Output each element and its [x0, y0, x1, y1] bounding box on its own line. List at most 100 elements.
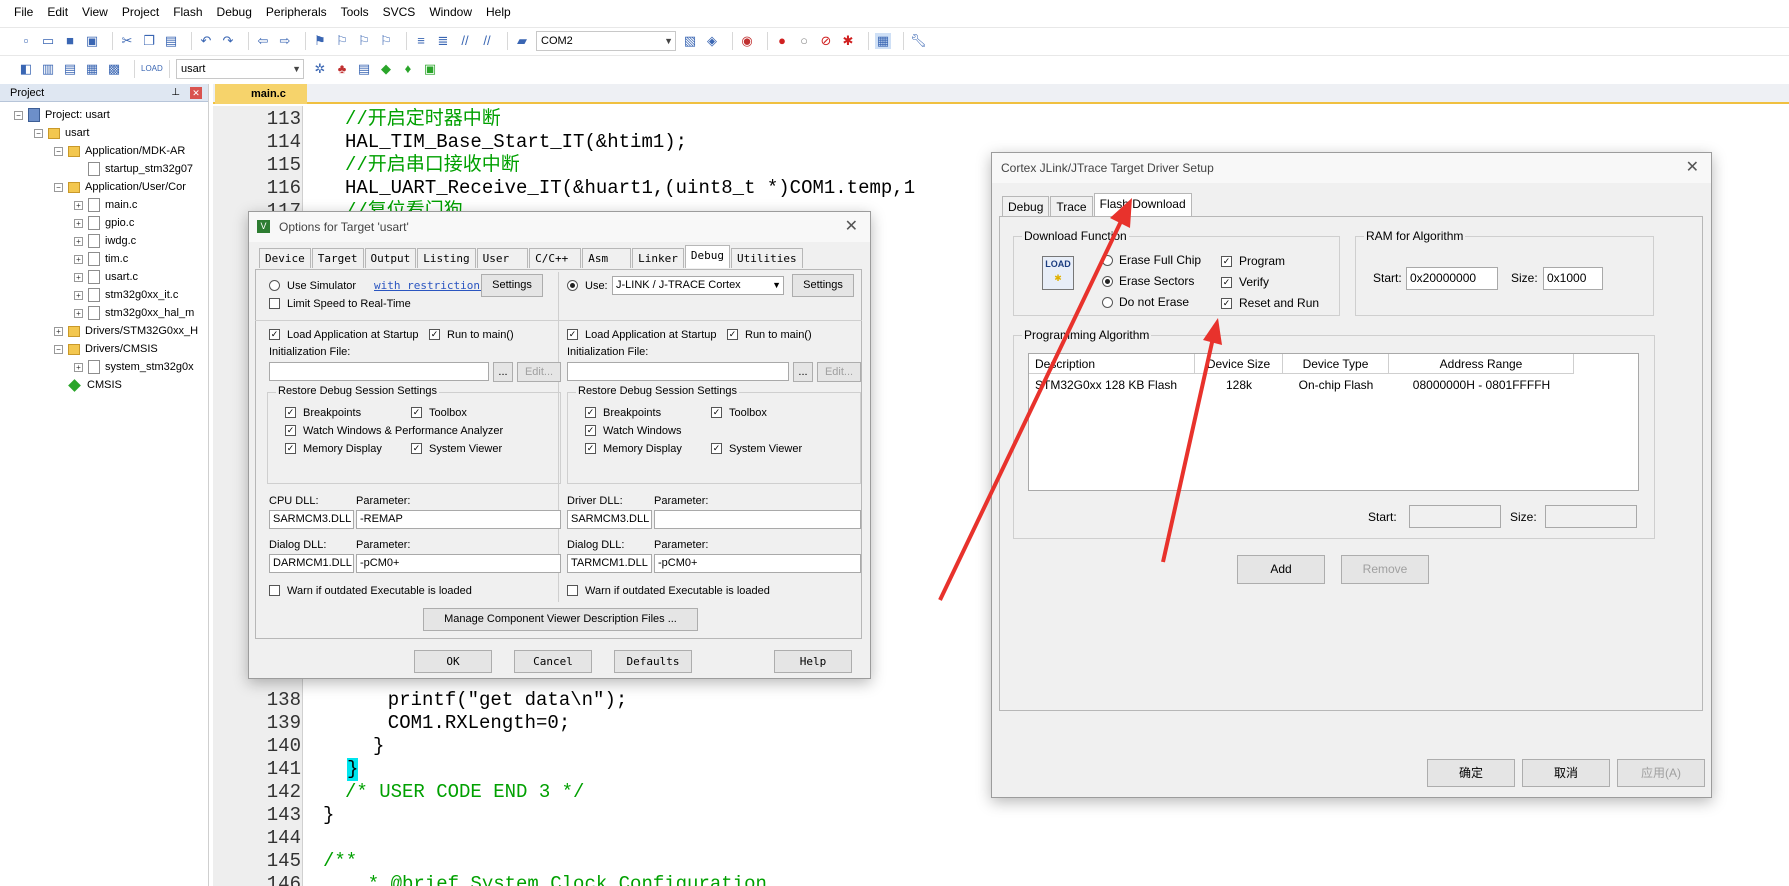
undo-icon[interactable]: ↶ [198, 33, 214, 49]
translate-icon[interactable]: ◧ [18, 61, 34, 77]
warn-outdated-checkbox-right[interactable] [567, 585, 578, 596]
init-file-edit-button-right[interactable]: Edit... [817, 362, 861, 382]
algorithm-table[interactable]: Description Device Size Device Type Addr… [1028, 353, 1639, 491]
column-device-type[interactable]: Device Type [1283, 354, 1389, 373]
tab-device[interactable]: Device [259, 248, 311, 268]
algorithm-size-input[interactable] [1545, 505, 1637, 528]
breakpoints-checkbox[interactable]: ✓ [285, 407, 296, 418]
dialog-param-input[interactable]: -pCM0+ [356, 554, 561, 573]
close-icon[interactable]: ✕ [190, 87, 202, 99]
nav-back-icon[interactable]: ⇦ [255, 33, 271, 49]
menu-window[interactable]: Window [429, 5, 472, 19]
tab-listing[interactable]: Listing [417, 248, 476, 268]
menu-help[interactable]: Help [486, 5, 511, 19]
tree-item-file[interactable]: + main.c [74, 196, 137, 214]
tree-item-file[interactable]: + tim.c [74, 250, 128, 268]
system-viewer-checkbox[interactable]: ✓ [411, 443, 422, 454]
paste-icon[interactable]: ▤ [163, 33, 179, 49]
menu-flash[interactable]: Flash [173, 5, 202, 19]
init-file-input-right[interactable] [567, 362, 789, 381]
watch-windows-checkbox-right[interactable]: ✓ [585, 425, 596, 436]
tab-target[interactable]: Target [311, 248, 364, 268]
tab-asm[interactable]: Asm [582, 248, 632, 268]
copy-icon[interactable]: ❐ [141, 33, 157, 49]
menu-debug[interactable]: Debug [217, 5, 252, 19]
expand-icon[interactable]: + [74, 272, 83, 282]
cpu-param-input[interactable]: -REMAP [356, 510, 561, 529]
toolbox-checkbox-right[interactable]: ✓ [711, 407, 722, 418]
expand-icon[interactable]: + [74, 308, 83, 318]
program-checkbox[interactable]: ✓ [1221, 256, 1232, 267]
with-restrictions-link[interactable]: with restrictions [374, 279, 487, 292]
expand-icon[interactable]: + [74, 254, 83, 264]
tree-item-component[interactable]: CMSIS [68, 376, 122, 394]
breakpoint-disable-icon[interactable]: ○ [796, 33, 812, 49]
remove-button[interactable]: Remove [1341, 555, 1429, 584]
save-all-icon[interactable]: ▣ [84, 33, 100, 49]
dialog-dll-input-right[interactable]: TARMCM1.DLL [567, 554, 652, 573]
menu-svcs[interactable]: SVCS [383, 5, 416, 19]
tree-item-project[interactable]: − Project: usart [14, 106, 110, 124]
expand-icon[interactable]: + [74, 218, 83, 228]
unindent-icon[interactable]: ≣ [435, 33, 451, 49]
use-driver-radio[interactable] [567, 280, 578, 291]
tree-item-target[interactable]: − usart [34, 124, 89, 142]
bookmark-clear-icon[interactable]: ⚐ [378, 33, 394, 49]
expand-icon[interactable]: + [74, 200, 83, 210]
collapse-icon[interactable]: − [54, 344, 63, 354]
init-file-edit-button[interactable]: Edit... [517, 362, 561, 382]
cpu-dll-input[interactable]: SARMCM3.DLL [269, 510, 354, 529]
tree-item-group[interactable]: − Drivers/CMSIS [54, 340, 158, 358]
tab-debug[interactable]: Debug [684, 245, 730, 268]
expand-icon[interactable]: + [74, 362, 83, 372]
erase-sectors-radio[interactable] [1102, 276, 1113, 287]
tree-item-file[interactable]: + gpio.c [74, 214, 134, 232]
help-button[interactable]: Help [774, 650, 852, 673]
column-description[interactable]: Description [1029, 354, 1195, 373]
tree-item-file[interactable]: startup_stm32g07 [88, 160, 193, 178]
redo-icon[interactable]: ↷ [220, 33, 236, 49]
use-simulator-radio[interactable] [269, 280, 280, 291]
driver-param-input[interactable] [654, 510, 861, 529]
bookmark-icon[interactable]: ⚑ [312, 33, 328, 49]
tab-main-c[interactable]: main.c [215, 84, 307, 104]
uncomment-icon[interactable]: // [479, 33, 495, 49]
cut-icon[interactable]: ✂ [119, 33, 135, 49]
erase-full-chip-radio[interactable] [1102, 255, 1113, 266]
apply-button[interactable]: 应用(A) [1617, 759, 1705, 787]
menu-file[interactable]: File [14, 5, 33, 19]
tree-item-file[interactable]: + stm32g0xx_hal_m [74, 304, 194, 322]
watch-windows-checkbox[interactable]: ✓ [285, 425, 296, 436]
cancel-button[interactable]: Cancel [514, 650, 592, 673]
tab-flash-download[interactable]: Flash Download [1093, 193, 1192, 216]
close-icon[interactable]: ✕ [1686, 153, 1699, 183]
column-device-size[interactable]: Device Size [1195, 354, 1283, 373]
ram-start-input[interactable]: 0x20000000 [1406, 267, 1498, 290]
load-app-checkbox-right[interactable]: ✓ [567, 329, 578, 340]
toolbox-checkbox[interactable]: ✓ [411, 407, 422, 418]
find-icon[interactable]: ◈ [704, 33, 720, 49]
reset-and-run-checkbox[interactable]: ✓ [1221, 298, 1232, 309]
nav-forward-icon[interactable]: ⇨ [277, 33, 293, 49]
driver-settings-button[interactable]: Settings [792, 274, 854, 297]
comment-icon[interactable]: // [457, 33, 473, 49]
window-layout-icon[interactable]: ▦ [875, 32, 891, 49]
download-icon[interactable]: LOAD [141, 61, 163, 77]
defaults-button[interactable]: Defaults [614, 650, 692, 673]
pin-icon[interactable]: ⊥ [171, 84, 180, 102]
algorithm-start-input[interactable] [1409, 505, 1501, 528]
bookmark-prev-icon[interactable]: ⚐ [334, 33, 350, 49]
batch-build-icon[interactable]: ▦ [84, 61, 100, 77]
find-combo[interactable]: COM2 ▼ [536, 30, 676, 51]
file-extensions-icon[interactable]: ♣ [334, 61, 350, 77]
ram-size-input[interactable]: 0x1000 [1543, 267, 1603, 290]
simulator-settings-button[interactable]: Settings [481, 274, 543, 297]
column-address-range[interactable]: Address Range [1389, 354, 1574, 373]
target-options-icon[interactable]: ✲ [312, 61, 328, 77]
tab-output[interactable]: Output [364, 248, 417, 268]
tree-item-file[interactable]: + system_stm32g0x [74, 358, 194, 376]
tree-item-group[interactable]: − Application/MDK-AR [54, 142, 185, 160]
dialog-dll-input[interactable]: DARMCM1.DLL [269, 554, 354, 573]
breakpoints-checkbox-right[interactable]: ✓ [585, 407, 596, 418]
tab-c-cpp[interactable]: C/C++ [529, 248, 582, 268]
